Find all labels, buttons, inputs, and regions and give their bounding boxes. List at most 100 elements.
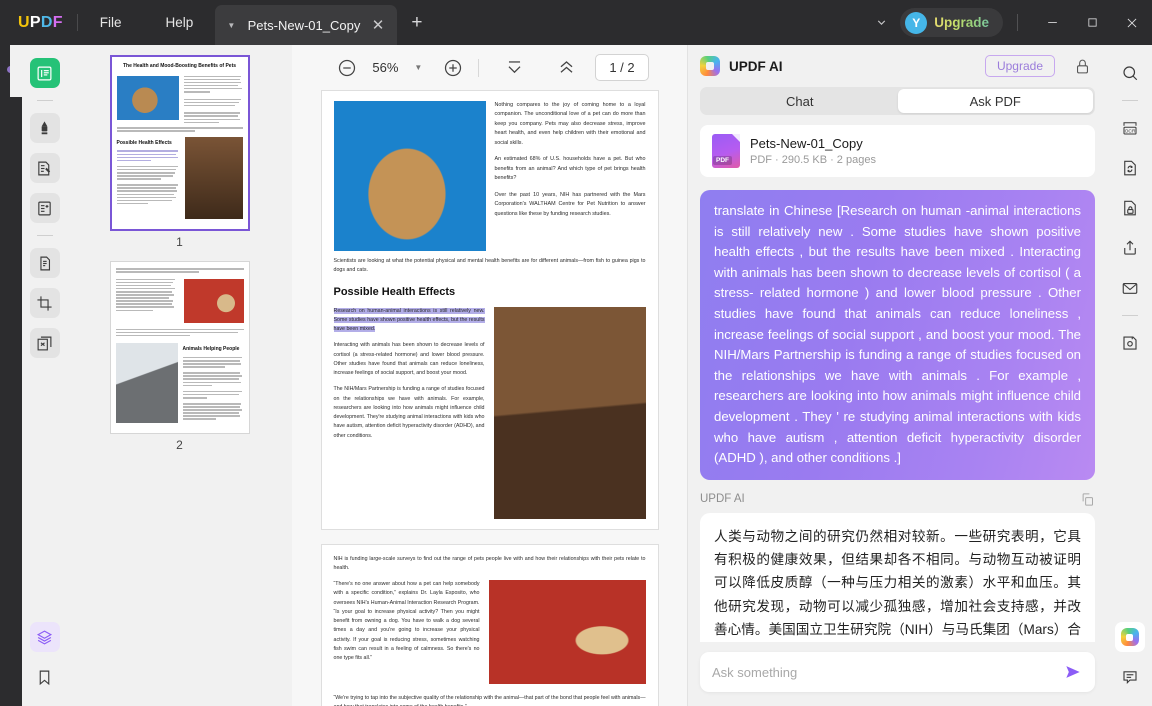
thumb2-animals-col: Animals Helping People bbox=[182, 343, 244, 423]
ai-tab-group: Chat Ask PDF bbox=[700, 87, 1095, 115]
compress-icon[interactable] bbox=[1115, 153, 1145, 183]
updf-ai-panel-icon[interactable] bbox=[1114, 622, 1145, 652]
new-tab-button[interactable]: + bbox=[397, 0, 436, 45]
right-toolbar: OCR bbox=[1107, 45, 1152, 706]
ocr-icon[interactable]: OCR bbox=[1115, 113, 1145, 143]
ask-input[interactable] bbox=[712, 664, 1063, 680]
document-page-2: NIH is funding large-scale surveys to fi… bbox=[320, 543, 659, 706]
protect-icon[interactable] bbox=[1115, 193, 1145, 223]
thumbnail-panel[interactable]: The Health and Mood-Boosting Benefits of… bbox=[67, 45, 292, 706]
titlebar-chevron-down-icon[interactable] bbox=[863, 0, 900, 45]
send-icon[interactable] bbox=[1063, 662, 1083, 682]
email-icon[interactable] bbox=[1115, 273, 1145, 303]
page2-quote-column: “There's no one answer about how a pet c… bbox=[334, 580, 480, 670]
zoom-in-icon[interactable] bbox=[436, 51, 470, 85]
thumb1-dog-image bbox=[184, 136, 243, 219]
sidebar-item-layers[interactable] bbox=[29, 622, 60, 652]
attached-file-card[interactable]: Pets-New-01_Copy PDF · 290.5 KB · 2 page… bbox=[700, 125, 1095, 177]
titlebar-spacer bbox=[436, 0, 863, 45]
zoom-level: 56% bbox=[372, 60, 399, 75]
title-bar: UPDF File Help ▼ Pets-New-01_Copy ✕ + Y … bbox=[0, 0, 1152, 45]
page1-cat-image bbox=[333, 101, 486, 251]
sidebar-item-crop[interactable] bbox=[29, 288, 60, 318]
previous-page-icon[interactable] bbox=[549, 51, 583, 85]
viewer-toolbar: 56% ▼ 1 / 2 bbox=[292, 45, 687, 90]
assistant-label: UPDF AI bbox=[700, 493, 745, 506]
document-viewer: 56% ▼ 1 / 2 Nothing compares to the joy … bbox=[292, 45, 687, 706]
document-scroll-area[interactable]: Nothing compares to the joy of coming ho… bbox=[292, 90, 687, 706]
left-toolbar-divider-2 bbox=[36, 235, 53, 236]
sidebar-item-organize-pages[interactable] bbox=[29, 328, 60, 358]
thumb2-body-1 bbox=[182, 356, 244, 368]
upgrade-label: Upgrade bbox=[934, 15, 989, 30]
save-icon[interactable] bbox=[1115, 328, 1145, 358]
thumb1-caption bbox=[116, 127, 243, 132]
ask-input-box[interactable] bbox=[700, 652, 1095, 692]
sidebar-item-reader[interactable] bbox=[29, 58, 60, 88]
updf-window: UPDF File Help ▼ Pets-New-01_Copy ✕ + Y … bbox=[0, 0, 1152, 706]
updf-ai-icon bbox=[700, 56, 720, 76]
lock-icon[interactable] bbox=[1064, 58, 1095, 75]
page1-top-row: Nothing compares to the joy of coming ho… bbox=[333, 101, 646, 251]
document-page-1: Nothing compares to the joy of coming ho… bbox=[320, 90, 659, 530]
ai-upgrade-button[interactable]: Upgrade bbox=[984, 55, 1055, 77]
updf-ai-glyph bbox=[1120, 628, 1139, 646]
left-edge-rail bbox=[0, 45, 34, 706]
search-icon[interactable] bbox=[1115, 58, 1145, 88]
logo-letter-p: P bbox=[29, 13, 41, 31]
zoom-chevron-down-icon[interactable]: ▼ bbox=[406, 63, 436, 72]
sidebar-item-bookmark[interactable] bbox=[30, 662, 60, 692]
account-upgrade-button[interactable]: Y Upgrade bbox=[900, 8, 1003, 37]
thumb1-health-col: Possible Health Effects bbox=[116, 137, 180, 208]
page1-paragraph-2: An estimated 68% of U.S. households have… bbox=[494, 156, 646, 182]
share-icon[interactable] bbox=[1115, 233, 1145, 263]
ai-panel-title: UPDF AI bbox=[729, 58, 783, 74]
copy-icon[interactable] bbox=[1080, 492, 1095, 507]
page1-paragraph-1: Nothing compares to the joy of coming ho… bbox=[494, 102, 646, 146]
page1-health-column: Research on human-animal interactions is… bbox=[333, 307, 485, 448]
pdf-file-icon bbox=[712, 134, 740, 168]
thumb2-dogs-image bbox=[183, 278, 244, 323]
thumb1-title: The Health and Mood-Boosting Benefits of… bbox=[122, 63, 237, 69]
avatar: Y bbox=[905, 11, 928, 34]
menu-file[interactable]: File bbox=[78, 0, 144, 45]
page1-paragraph-3: Over the past 10 years, NIH has partnere… bbox=[494, 191, 646, 217]
main-body: The Health and Mood-Boosting Benefits of… bbox=[0, 45, 1152, 706]
sidebar-item-convert[interactable] bbox=[29, 248, 60, 278]
attached-file-info: Pets-New-01_Copy PDF · 290.5 KB · 2 page… bbox=[750, 136, 876, 166]
user-message-bubble: translate in Chinese [Research on human … bbox=[700, 190, 1095, 480]
page1-bottom-row: Research on human-animal interactions is… bbox=[333, 306, 646, 519]
zoom-out-icon[interactable] bbox=[330, 51, 364, 85]
page2-dogs-image bbox=[488, 580, 646, 685]
tab-chat[interactable]: Chat bbox=[702, 89, 898, 113]
sidebar-item-edit-pdf[interactable] bbox=[29, 153, 60, 183]
page1-caption: Scientists are looking at what the poten… bbox=[333, 258, 646, 274]
thumb1-text-lines bbox=[183, 75, 243, 124]
ai-conversation[interactable]: Pets-New-01_Copy PDF · 290.5 KB · 2 page… bbox=[688, 125, 1107, 642]
thumb2-heading: Animals Helping People bbox=[182, 346, 240, 353]
page2-intro: NIH is funding large-scale surveys to fi… bbox=[333, 555, 646, 571]
thumbnail-page-1[interactable]: The Health and Mood-Boosting Benefits of… bbox=[109, 55, 250, 231]
assistant-message-bubble: 人类与动物之间的研究仍然相对较新。一些研究表明，它具有积极的健康效果，但结果却各… bbox=[700, 512, 1095, 642]
viewer-toolbar-divider bbox=[478, 58, 480, 77]
minimize-button[interactable] bbox=[1032, 0, 1072, 45]
right-toolbar-divider-1 bbox=[1121, 100, 1138, 101]
thumbnail-page-2[interactable]: Animals Helping People bbox=[109, 260, 250, 435]
maximize-button[interactable] bbox=[1072, 0, 1112, 45]
thumbnail-number-1: 1 bbox=[176, 234, 183, 249]
tab-ask-pdf[interactable]: Ask PDF bbox=[897, 89, 1093, 113]
page-indicator[interactable]: 1 / 2 bbox=[595, 54, 649, 81]
tab-close-icon[interactable]: ✕ bbox=[363, 18, 394, 33]
tab-chevron-down-icon[interactable]: ▼ bbox=[223, 21, 245, 30]
menu-help[interactable]: Help bbox=[144, 0, 216, 45]
svg-text:OCR: OCR bbox=[1124, 129, 1135, 135]
sidebar-item-highlighter[interactable] bbox=[29, 113, 60, 143]
comment-icon[interactable] bbox=[1115, 662, 1145, 692]
sidebar-item-form[interactable] bbox=[29, 193, 60, 223]
document-tab[interactable]: ▼ Pets-New-01_Copy ✕ bbox=[215, 5, 398, 45]
close-window-button[interactable] bbox=[1112, 0, 1152, 45]
ai-panel-header: UPDF AI Upgrade bbox=[688, 45, 1107, 87]
first-page-icon[interactable] bbox=[497, 51, 531, 85]
thumb1-cat-image bbox=[116, 75, 179, 120]
page2-quote-row: “There's no one answer about how a pet c… bbox=[334, 580, 646, 685]
